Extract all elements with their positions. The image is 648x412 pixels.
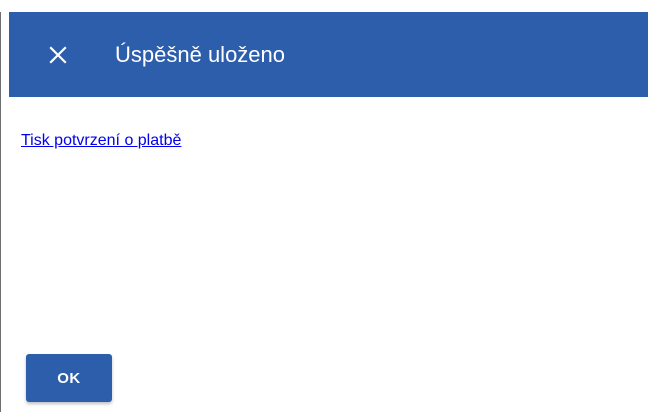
dialog-header: Úspěšně uloženo — [9, 12, 648, 97]
ok-button[interactable]: OK — [26, 354, 112, 402]
dialog-content: Tisk potvrzení o platbě — [9, 97, 648, 337]
close-icon[interactable] — [46, 43, 70, 67]
print-payment-confirmation-link[interactable]: Tisk potvrzení o platbě — [21, 132, 181, 150]
left-edge-divider — [0, 12, 1, 412]
top-strip — [0, 0, 648, 12]
dialog-title: Úspěšně uloženo — [115, 42, 286, 67]
success-dialog: Úspěšně uloženo Tisk potvrzení o platbě … — [0, 0, 648, 412]
